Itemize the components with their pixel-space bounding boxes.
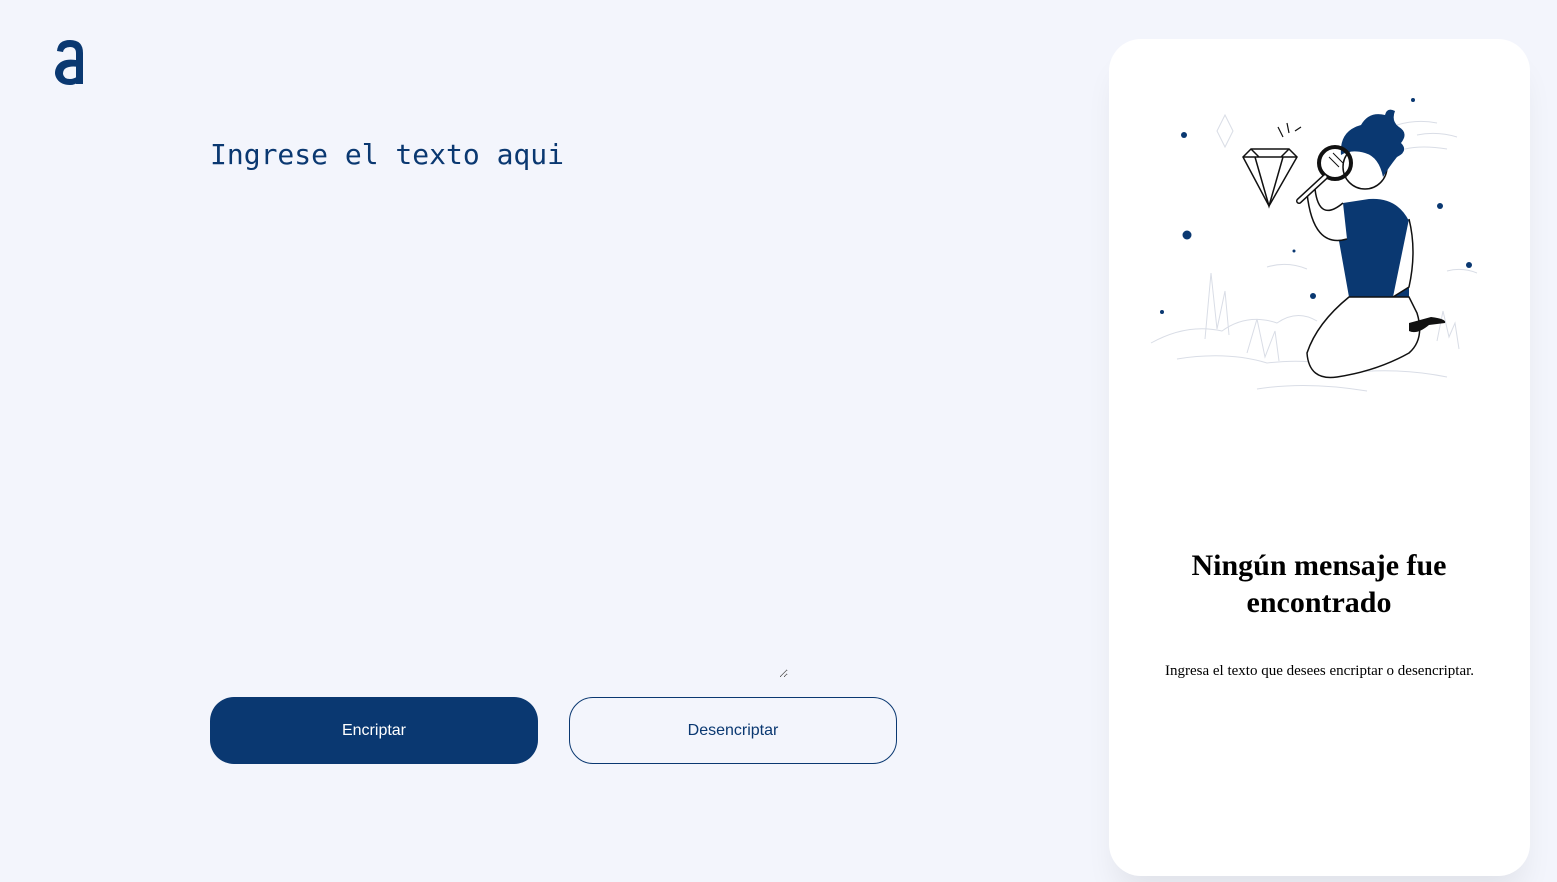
text-input[interactable] bbox=[210, 138, 788, 678]
alura-logo-icon[interactable] bbox=[50, 36, 90, 92]
empty-state-message: Ingresa el texto que desees encriptar o … bbox=[1164, 663, 1475, 679]
result-panel: Ningún mensaje fue encontrado Ingresa el… bbox=[1109, 39, 1530, 876]
encrypt-button[interactable]: Encriptar bbox=[210, 697, 538, 764]
search-person-illustration bbox=[1150, 98, 1478, 392]
empty-state-title: Ningún mensaje fue encontrado bbox=[1191, 549, 1447, 619]
decrypt-button[interactable]: Desencriptar bbox=[569, 697, 897, 764]
